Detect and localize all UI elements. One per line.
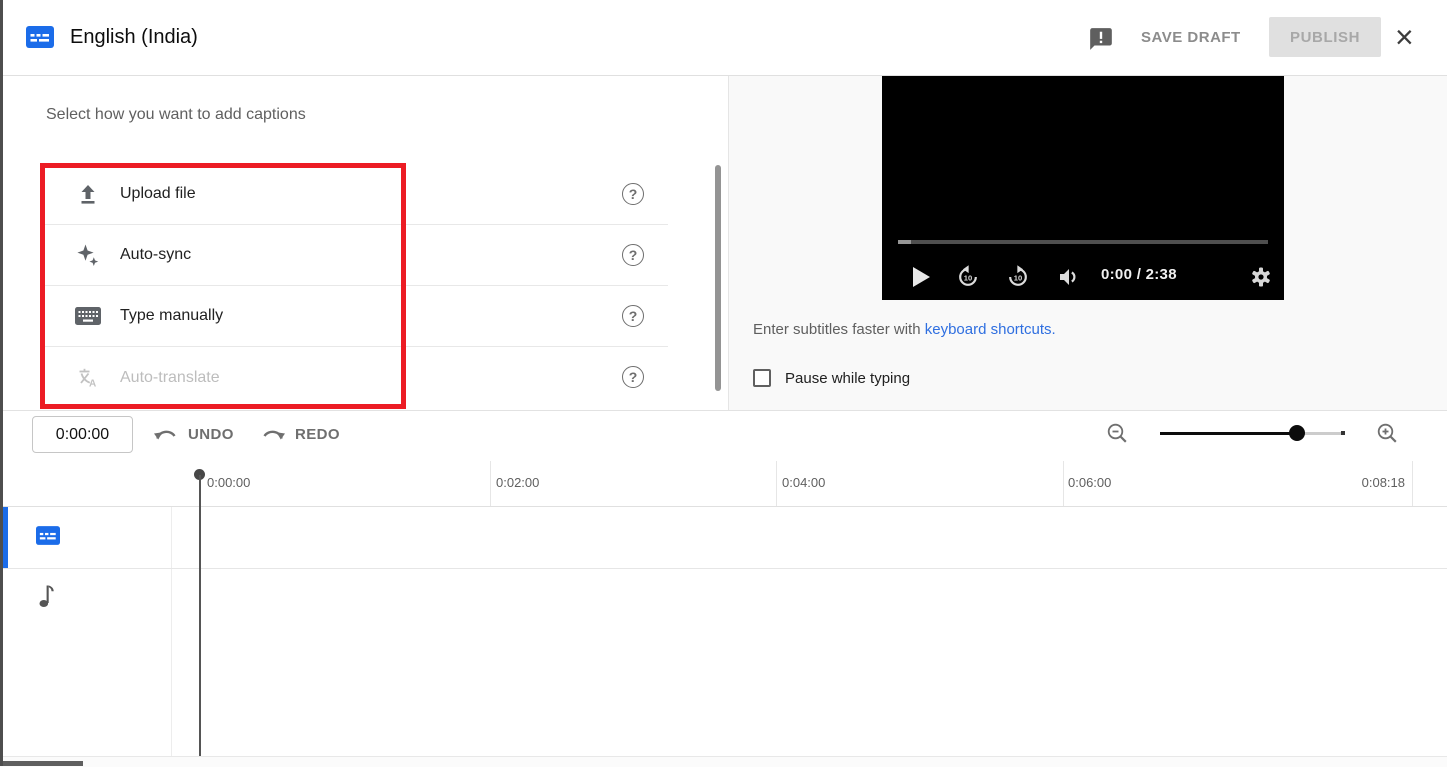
keyboard-icon xyxy=(75,303,101,329)
seek-forward-10-icon[interactable]: 10 xyxy=(1005,264,1031,290)
caption-method-upload-file[interactable]: Upload file ? xyxy=(40,164,668,225)
ruler-label: 0:08:18 xyxy=(1362,475,1405,490)
preview-panel: 10 10 0:00 / 2:38 Enter subtitles faster… xyxy=(728,76,1447,410)
caption-method-label: Auto-sync xyxy=(120,246,191,264)
ruler-label: 0:02:00 xyxy=(496,475,539,490)
keyboard-shortcuts-link[interactable]: keyboard shortcuts. xyxy=(925,321,1056,338)
settings-gear-icon[interactable] xyxy=(1248,264,1274,290)
ruler-tick xyxy=(1412,461,1413,506)
save-draft-button[interactable]: SAVE DRAFT xyxy=(1141,0,1241,75)
timeline-section: UNDO REDO 0:00:00 0:02:00 0:04:00 0:06:0… xyxy=(0,410,1447,766)
current-time-input[interactable] xyxy=(32,416,133,453)
help-icon[interactable]: ? xyxy=(622,366,644,388)
video-player[interactable]: 10 10 0:00 / 2:38 xyxy=(882,76,1284,300)
upload-icon xyxy=(75,181,101,207)
pause-while-typing-label: Pause while typing xyxy=(785,370,910,387)
captions-track[interactable] xyxy=(36,526,60,550)
page-title: English (India) xyxy=(70,0,198,75)
timeline-hscrollbar xyxy=(0,756,1447,767)
video-time-display: 0:00 / 2:38 xyxy=(1101,266,1177,283)
redo-label: REDO xyxy=(295,426,340,443)
help-icon[interactable]: ? xyxy=(622,244,644,266)
caption-method-type-manually[interactable]: Type manually ? xyxy=(40,286,668,347)
redo-button[interactable]: REDO xyxy=(260,421,340,447)
ruler-label: 0:04:00 xyxy=(782,475,825,490)
zoom-slider-fill xyxy=(1160,432,1297,436)
video-progress-played xyxy=(898,240,911,244)
redo-icon xyxy=(260,426,286,442)
panel-scrollbar[interactable] xyxy=(715,165,721,391)
zoom-slider-endcap xyxy=(1341,431,1345,435)
timeline-zoom-slider[interactable] xyxy=(1160,423,1343,443)
svg-text:10: 10 xyxy=(1014,273,1022,282)
ruler-label: 0:06:00 xyxy=(1068,475,1111,490)
shortcut-hint: Enter subtitles faster with keyboard sho… xyxy=(753,321,1056,338)
track-header-divider xyxy=(171,507,172,756)
undo-icon xyxy=(153,426,179,442)
pause-while-typing-option[interactable]: Pause while typing xyxy=(753,369,910,387)
caption-methods-panel: Select how you want to add captions Uplo… xyxy=(0,76,728,410)
ruler-tick xyxy=(490,461,491,506)
timeline-hscrollbar-thumb[interactable] xyxy=(0,761,83,766)
video-progress-bar[interactable] xyxy=(898,240,1268,244)
help-icon[interactable]: ? xyxy=(622,305,644,327)
ruler-tick xyxy=(1063,461,1064,506)
volume-icon[interactable] xyxy=(1056,264,1082,290)
header-bar: English (India) SAVE DRAFT PUBLISH × xyxy=(0,0,1447,76)
close-icon[interactable]: × xyxy=(1395,0,1414,75)
shortcut-hint-text: Enter subtitles faster with xyxy=(753,321,921,338)
caption-method-auto-translate: A Auto-translate ? xyxy=(40,347,668,408)
caption-method-label: Auto-translate xyxy=(120,369,220,387)
captions-badge-icon xyxy=(26,26,54,53)
zoom-in-icon[interactable] xyxy=(1376,422,1399,445)
selected-track-indicator xyxy=(3,507,8,568)
ruler-tick xyxy=(776,461,777,506)
track-row-divider xyxy=(0,568,1447,569)
translate-icon: A xyxy=(75,365,101,391)
play-icon[interactable] xyxy=(908,264,934,290)
publish-button[interactable]: PUBLISH xyxy=(1269,17,1381,57)
pause-while-typing-checkbox[interactable] xyxy=(753,369,771,387)
svg-text:10: 10 xyxy=(964,273,972,282)
panel-heading: Select how you want to add captions xyxy=(46,106,306,124)
undo-label: UNDO xyxy=(188,426,234,443)
caption-method-label: Upload file xyxy=(120,185,196,203)
ruler-label: 0:00:00 xyxy=(207,475,250,490)
svg-text:A: A xyxy=(89,378,96,389)
timeline-ruler[interactable]: 0:00:00 0:02:00 0:04:00 0:06:00 0:08:18 xyxy=(0,461,1447,507)
captions-icon xyxy=(36,526,60,545)
zoom-out-icon[interactable] xyxy=(1106,422,1129,445)
playhead-line[interactable] xyxy=(199,475,201,756)
auto-sync-icon xyxy=(75,242,101,268)
audio-track[interactable] xyxy=(38,583,56,613)
help-icon[interactable]: ? xyxy=(622,183,644,205)
window-left-edge xyxy=(0,0,3,766)
caption-method-auto-sync[interactable]: Auto-sync ? xyxy=(40,225,668,286)
caption-method-label: Type manually xyxy=(120,307,223,325)
seek-back-10-icon[interactable]: 10 xyxy=(955,264,981,290)
music-note-icon xyxy=(38,583,56,608)
undo-button[interactable]: UNDO xyxy=(153,421,234,447)
zoom-slider-thumb[interactable] xyxy=(1289,425,1305,441)
feedback-icon[interactable] xyxy=(1088,26,1114,57)
